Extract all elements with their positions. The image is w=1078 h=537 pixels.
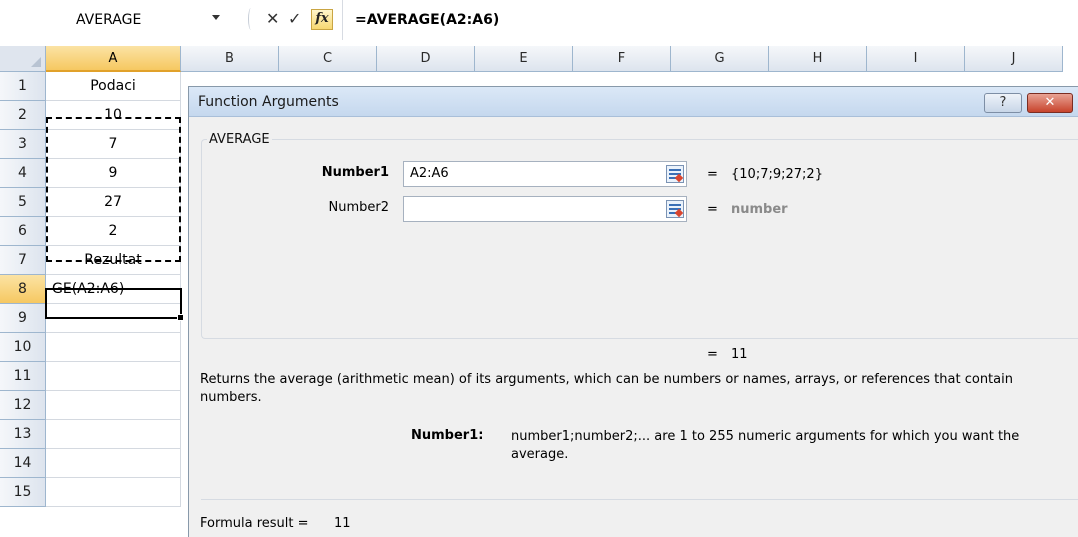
- row-header-14[interactable]: 14: [0, 449, 46, 478]
- help-button[interactable]: ?: [984, 93, 1022, 113]
- function-arguments-dialog: Function Arguments ? ✕ AVERAGE Number1 A…: [188, 86, 1078, 537]
- cell-a5[interactable]: 27: [46, 188, 181, 217]
- cell-a10[interactable]: [46, 333, 181, 362]
- row-header-1[interactable]: 1: [0, 72, 46, 101]
- cell-a12[interactable]: [46, 391, 181, 420]
- enter-icon[interactable]: ✓: [288, 9, 301, 28]
- collapse-dialog-icon[interactable]: [666, 200, 684, 218]
- collapse-dialog-icon[interactable]: [666, 165, 684, 183]
- number1-input[interactable]: A2:A6: [403, 161, 687, 187]
- cell-a6[interactable]: 2: [46, 217, 181, 246]
- column-header-a[interactable]: A: [46, 46, 181, 72]
- cell-a7[interactable]: Rezultat: [46, 246, 181, 275]
- dialog-divider: [201, 499, 1078, 500]
- cell-a11[interactable]: [46, 362, 181, 391]
- cell-a14[interactable]: [46, 449, 181, 478]
- number2-equals: =: [707, 202, 718, 217]
- formula-bar-separator: [248, 8, 254, 30]
- row-header-12[interactable]: 12: [0, 391, 46, 420]
- row-header-10[interactable]: 10: [0, 333, 46, 362]
- formula-text: =AVERAGE(A2:A6): [355, 12, 500, 28]
- row-header-4[interactable]: 4: [0, 159, 46, 188]
- column-header-f[interactable]: F: [573, 46, 671, 72]
- cell-a4[interactable]: 9: [46, 159, 181, 188]
- column-header-c[interactable]: C: [279, 46, 377, 72]
- cell-a1[interactable]: Podaci: [46, 72, 181, 101]
- function-name-label: AVERAGE: [207, 132, 272, 147]
- insert-function-icon[interactable]: fx: [311, 9, 333, 30]
- number2-input[interactable]: [403, 196, 687, 222]
- formula-bar: AVERAGE ✕ ✓ fx =AVERAGE(A2:A6): [0, 0, 1078, 46]
- close-button[interactable]: ✕: [1027, 93, 1073, 113]
- number2-evaluated-value: number: [731, 202, 788, 217]
- chevron-down-icon[interactable]: [212, 15, 220, 20]
- row-header-2[interactable]: 2: [0, 101, 46, 130]
- formula-result-label: Formula result =: [200, 516, 309, 531]
- row-header-6[interactable]: 6: [0, 217, 46, 246]
- row-header-13[interactable]: 13: [0, 420, 46, 449]
- row-header-9[interactable]: 9: [0, 304, 46, 333]
- cell-a15[interactable]: [46, 478, 181, 507]
- argument-help-name: Number1:: [411, 428, 484, 443]
- formula-result-value: 11: [334, 516, 351, 531]
- cell-a13[interactable]: [46, 420, 181, 449]
- select-all-corner[interactable]: [0, 46, 46, 72]
- row-header-15[interactable]: 15: [0, 478, 46, 507]
- column-header-g[interactable]: G: [671, 46, 769, 72]
- name-box[interactable]: AVERAGE: [76, 12, 141, 28]
- column-header-i[interactable]: I: [867, 46, 965, 72]
- number1-evaluated-value: {10;7;9;27;2}: [731, 167, 823, 182]
- number2-label: Number2: [328, 200, 390, 215]
- row-header-8[interactable]: 8: [0, 275, 46, 304]
- column-header-e[interactable]: E: [475, 46, 573, 72]
- row-header-11[interactable]: 11: [0, 362, 46, 391]
- column-header-b[interactable]: B: [181, 46, 279, 72]
- column-header-j[interactable]: J: [965, 46, 1063, 72]
- cell-a8[interactable]: GE(A2:A6): [46, 275, 181, 304]
- dialog-titlebar[interactable]: Function Arguments ? ✕: [189, 87, 1078, 117]
- cell-a3[interactable]: 7: [46, 130, 181, 159]
- dialog-title: Function Arguments: [198, 94, 339, 110]
- row-header-3[interactable]: 3: [0, 130, 46, 159]
- number1-equals: =: [707, 167, 718, 182]
- cancel-icon[interactable]: ✕: [266, 9, 279, 28]
- column-header-d[interactable]: D: [377, 46, 475, 72]
- row-header-5[interactable]: 5: [0, 188, 46, 217]
- cell-a2[interactable]: 10: [46, 101, 181, 130]
- argument-help-text: number1;number2;... are 1 to 255 numeric…: [511, 429, 1020, 462]
- formula-input[interactable]: =AVERAGE(A2:A6): [342, 0, 1078, 40]
- function-result-equals: =: [707, 347, 718, 362]
- column-header-h[interactable]: H: [769, 46, 867, 72]
- number1-label: Number1: [321, 165, 389, 180]
- cell-a9[interactable]: [46, 304, 181, 333]
- row-header-7[interactable]: 7: [0, 246, 46, 275]
- function-result-value: 11: [731, 347, 748, 362]
- function-description: Returns the average (arithmetic mean) of…: [200, 372, 1013, 405]
